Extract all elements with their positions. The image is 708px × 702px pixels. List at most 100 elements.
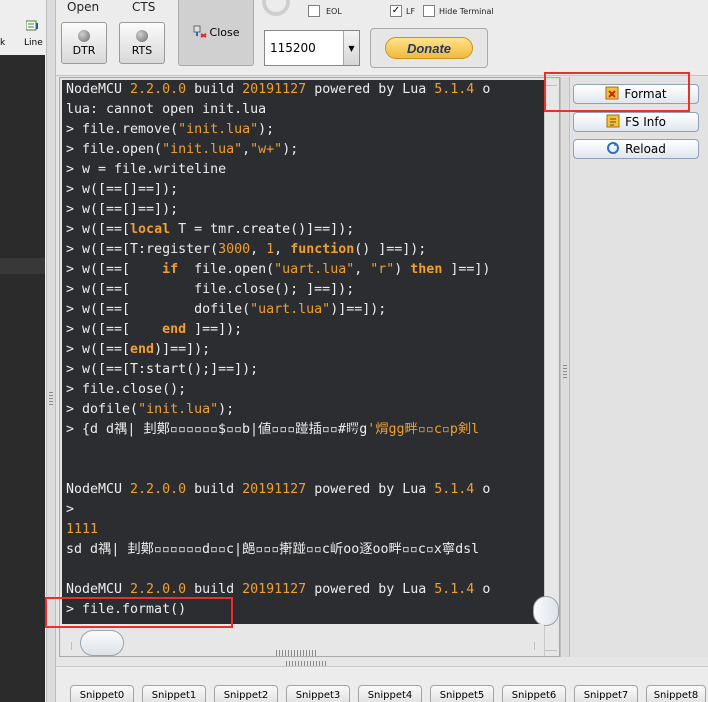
- scroll-left-arrow-icon[interactable]: [64, 642, 72, 650]
- terminal-token: > w([==[ file.close(); ]==]);: [66, 282, 355, 297]
- format-highlight-box: [544, 72, 690, 112]
- scroll-right-arrow-icon[interactable]: [534, 642, 542, 650]
- snippet-button-4[interactable]: Snippet4: [358, 685, 422, 702]
- donate-button[interactable]: Donate: [370, 28, 488, 68]
- snippet-button-3[interactable]: Snippet3: [286, 685, 350, 702]
- horizontal-scroll-thumb[interactable]: [80, 630, 124, 656]
- terminal-token: 5.1.4: [434, 482, 475, 497]
- left-toolbar-item-1[interactable]: k: [0, 38, 5, 48]
- terminal-line: > w([==[T:register(3000, 1, function() ]…: [66, 240, 490, 260]
- terminal-token: > w([==[T:register(: [66, 242, 219, 257]
- terminal-token: > w([==[: [66, 322, 163, 337]
- terminal-token: '焨gg畔▫▫c▫p剣l: [367, 422, 480, 437]
- terminal-token: > file.open(: [66, 142, 163, 157]
- chevron-down-icon[interactable]: ▼: [343, 31, 359, 65]
- terminal-token: "init.lua": [178, 122, 259, 137]
- terminal-token: 5.1.4: [434, 82, 475, 97]
- baud-rate-value: 115200: [270, 41, 316, 55]
- horizontal-grip[interactable]: [276, 650, 316, 656]
- hide-terminal-label: Hide Terminal: [439, 7, 494, 16]
- open-label: Open: [67, 0, 100, 14]
- terminal-token: end: [130, 342, 155, 357]
- terminal-token: "init.lua": [162, 142, 243, 157]
- terminal-line: NodeMCU 2.2.0.0 build 20191127 powered b…: [66, 80, 490, 100]
- terminal-token: );: [282, 142, 299, 157]
- terminal-token: () ]==]);: [354, 242, 427, 257]
- right-side-panel: Format FS Info Reload: [570, 77, 708, 657]
- baud-rate-select[interactable]: 115200 ▼: [264, 30, 360, 66]
- snippet-button-7[interactable]: Snippet7: [574, 685, 638, 702]
- terminal-token: > file.remove(: [66, 122, 179, 137]
- reload-button[interactable]: Reload: [573, 139, 699, 159]
- refresh-icon[interactable]: [262, 0, 290, 16]
- scroll-down-arrow-icon[interactable]: [545, 650, 557, 656]
- terminal-token: > dofile(: [66, 402, 139, 417]
- terminal-line: 1111: [66, 520, 490, 540]
- terminal-token: end: [162, 322, 187, 337]
- eol-label: EOL: [326, 7, 342, 16]
- reload-label: Reload: [625, 142, 666, 156]
- snippet-bar: Snippet0 Snippet1 Snippet2 Snippet3 Snip…: [56, 661, 708, 702]
- terminal-line: > w = file.writeline: [66, 160, 490, 180]
- snippet-button-0[interactable]: Snippet0: [70, 685, 134, 702]
- vertical-scroll-thumb[interactable]: [533, 596, 559, 626]
- terminal-line: > w([==[]==]);: [66, 200, 490, 220]
- terminal-token: > w = file.writeline: [66, 162, 227, 177]
- dtr-button[interactable]: DTR: [61, 22, 107, 64]
- terminal-token: )]==]);: [154, 342, 211, 357]
- terminal-line: > dofile("init.lua");: [66, 400, 490, 420]
- terminal-token: ,: [250, 242, 267, 257]
- left-toolbar-item-2[interactable]: Line: [24, 38, 43, 48]
- terminal-output[interactable]: NodeMCU 2.2.0.0 build 20191127 powered b…: [62, 80, 544, 624]
- close-plug-icon: [193, 24, 207, 41]
- right-divider-grip[interactable]: [563, 365, 567, 379]
- donate-label: Donate: [385, 37, 473, 59]
- left-editor-area[interactable]: [0, 55, 45, 702]
- terminal-token: > w([==[T:start();]==]);: [66, 362, 259, 377]
- terminal-line: > w([==[T:start();]==]);: [66, 360, 490, 380]
- terminal-token: NodeMCU: [66, 482, 131, 497]
- bottom-split-grip[interactable]: [286, 661, 326, 666]
- terminal-token: > w([==[]==]);: [66, 202, 179, 217]
- terminal-token: build: [186, 482, 243, 497]
- lf-checkbox[interactable]: ✓: [390, 5, 402, 17]
- terminal-line: > file.open("init.lua","w+");: [66, 140, 490, 160]
- command-highlight-box: [45, 597, 233, 628]
- terminal-line: > w([==[]==]);: [66, 180, 490, 200]
- line-toolbar-icon: [25, 20, 40, 32]
- rts-indicator-icon: [136, 29, 148, 42]
- close-label: Close: [209, 25, 240, 39]
- terminal-token: > {d d禑| 刲鄚▫▫▫▫▫▫$▫▫b|値▫▫▫踫插▫▫#𥈭g: [66, 422, 368, 437]
- hide-terminal-checkbox[interactable]: [423, 5, 435, 17]
- eol-checkbox[interactable]: [308, 5, 320, 17]
- terminal-token: > w([==[: [66, 222, 131, 237]
- terminal-horizontal-scrollbar[interactable]: [62, 624, 544, 656]
- snippet-button-6[interactable]: Snippet6: [502, 685, 566, 702]
- terminal-token: ,: [354, 262, 371, 277]
- rts-button[interactable]: RTS: [119, 22, 165, 64]
- terminal-token: "uart.lua": [250, 302, 331, 317]
- close-button[interactable]: Close: [178, 0, 254, 66]
- divider-grip[interactable]: [49, 392, 53, 406]
- fs-info-button[interactable]: FS Info: [573, 112, 699, 132]
- right-split-divider[interactable]: [560, 77, 570, 657]
- terminal-lines: NodeMCU 2.2.0.0 build 20191127 powered b…: [66, 80, 490, 620]
- terminal-token: "uart.lua": [274, 262, 355, 277]
- snippet-button-1[interactable]: Snippet1: [142, 685, 206, 702]
- terminal-token: ,: [274, 242, 291, 257]
- terminal-vertical-scrollbar[interactable]: [533, 80, 559, 656]
- left-editor-highlight-row: [0, 258, 45, 274]
- snippet-button-8[interactable]: Snippet8: [646, 685, 706, 702]
- rts-label: RTS: [131, 43, 153, 57]
- terminal-line: NodeMCU 2.2.0.0 build 20191127 powered b…: [66, 480, 490, 500]
- snippet-button-2[interactable]: Snippet2: [214, 685, 278, 702]
- snippet-button-5[interactable]: Snippet5: [430, 685, 494, 702]
- terminal-token: o: [474, 582, 491, 597]
- terminal-token: "r": [370, 262, 395, 277]
- terminal-token: 1111: [66, 522, 99, 537]
- terminal-token: NodeMCU: [66, 582, 131, 597]
- terminal-token: if: [162, 262, 179, 277]
- terminal-token: > w([==[ dofile(: [66, 302, 251, 317]
- terminal-token: 20191127: [242, 82, 307, 97]
